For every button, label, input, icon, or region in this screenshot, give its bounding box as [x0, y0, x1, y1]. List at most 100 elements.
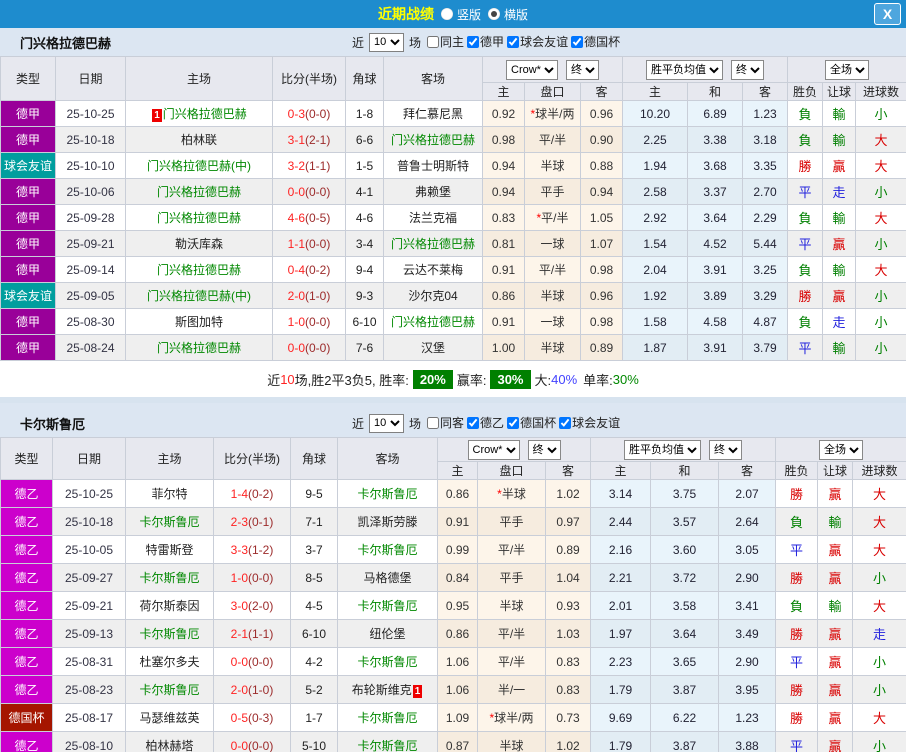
filter-checkbox-球会友谊[interactable]: 球会友谊 — [507, 33, 568, 50]
mean-away-odds: 1.23 — [743, 101, 788, 127]
mean-away-odds: 3.35 — [743, 153, 788, 179]
mean-away-odds: 2.07 — [719, 480, 776, 508]
away-team-cell: 纽伦堡 — [338, 620, 438, 648]
bookmaker-select-2[interactable]: Crow* — [468, 440, 520, 460]
sub-mean-draw: 和 — [651, 462, 719, 480]
match-date: 25-09-14 — [56, 257, 126, 283]
home-team-name: 斯图加特 — [175, 315, 223, 329]
home-team-cell: 柏林联 — [126, 127, 273, 153]
match-row: 德乙25-09-21荷尔斯泰因3-0(2-0)4-5卡尔斯鲁厄0.95半球0.9… — [1, 592, 906, 620]
away-team-cell: 弗赖堡 — [384, 179, 483, 205]
home-team-cell: 特雷斯登 — [126, 536, 214, 564]
mean-final-select-2[interactable]: 终 — [709, 440, 742, 460]
away-odds: 0.98 — [581, 309, 623, 335]
checkbox-icon[interactable] — [507, 36, 519, 48]
odds-final-select-2[interactable]: 终 — [528, 440, 561, 460]
match-count-select-2[interactable]: 10 — [369, 414, 404, 433]
checkbox-icon[interactable] — [507, 417, 519, 429]
filter-checkbox-同客[interactable]: 同客 — [427, 414, 464, 431]
away-team-cell: 拜仁慕尼黑 — [384, 101, 483, 127]
odds-final-select[interactable]: 终 — [566, 60, 599, 80]
away-odds: 0.83 — [546, 676, 591, 704]
home-odds: 0.86 — [483, 283, 525, 309]
mean-home-odds: 1.54 — [623, 231, 688, 257]
away-team-cell: 凯泽斯劳滕 — [338, 508, 438, 536]
layout-radio-vertical[interactable]: 竖版 — [441, 6, 481, 23]
away-team-cell: 门兴格拉德巴赫 — [384, 127, 483, 153]
mean-away-odds: 3.79 — [743, 335, 788, 361]
checkbox-icon[interactable] — [571, 36, 583, 48]
match-date: 25-10-25 — [56, 101, 126, 127]
result-handicap: 輸 — [823, 127, 856, 153]
home-team-cell: 马瑟维兹英 — [126, 704, 214, 732]
layout-radio-horizontal[interactable]: 横版 — [488, 6, 528, 23]
checkbox-icon[interactable] — [467, 417, 479, 429]
result-handicap: 贏 — [818, 620, 853, 648]
corner-score: 3-7 — [291, 536, 338, 564]
mean-final-select[interactable]: 终 — [731, 60, 764, 80]
result-handicap: 贏 — [823, 231, 856, 257]
away-odds: 1.04 — [546, 564, 591, 592]
fullmatch-select-2[interactable]: 全场 — [819, 440, 863, 460]
match-type-badge: 德乙 — [1, 480, 53, 508]
radio-selected-icon[interactable] — [488, 8, 500, 20]
mean-away-odds: 2.70 — [743, 179, 788, 205]
result-goals: 大 — [853, 592, 906, 620]
mean-draw-odds: 4.58 — [688, 309, 743, 335]
col-corner: 角球 — [346, 57, 384, 101]
checkbox-icon[interactable] — [559, 417, 571, 429]
match-date: 25-08-30 — [56, 309, 126, 335]
mean-select[interactable]: 胜平负均值 — [646, 60, 723, 80]
mean-group-header: 胜平负均值终 — [591, 438, 776, 462]
checkbox-icon[interactable] — [427, 417, 439, 429]
match-row: 球会友谊25-09-05门兴格拉德巴赫(中)2-0(1-0)9-3沙尔克040.… — [1, 283, 906, 309]
home-team-name: 杜塞尔多夫 — [139, 655, 199, 669]
corner-score: 4-6 — [346, 205, 384, 231]
mean-away-odds: 1.23 — [719, 704, 776, 732]
radio-unselected-icon[interactable] — [441, 8, 453, 20]
near-label: 近 — [352, 415, 364, 432]
section2-header: 卡尔斯鲁厄 近 10 场 同客德乙德国杯球会友谊 — [0, 403, 906, 437]
mean-select-2[interactable]: 胜平负均值 — [624, 440, 701, 460]
match-type-badge: 德乙 — [1, 648, 53, 676]
mean-draw-odds: 3.38 — [688, 127, 743, 153]
mean-away-odds: 3.18 — [743, 127, 788, 153]
mean-away-odds: 3.29 — [743, 283, 788, 309]
away-odds: 1.05 — [581, 205, 623, 231]
filter-checkbox-球会友谊[interactable]: 球会友谊 — [559, 414, 620, 431]
mean-draw-odds: 3.87 — [651, 732, 719, 752]
filter-checkbox-同主[interactable]: 同主 — [427, 33, 464, 50]
away-team-cell: 卡尔斯鲁厄 — [338, 704, 438, 732]
match-date: 25-08-10 — [53, 732, 126, 752]
match-count-select[interactable]: 10 — [369, 33, 404, 52]
result-goals: 大 — [853, 508, 906, 536]
checkbox-icon[interactable] — [467, 36, 479, 48]
filter-checkbox-德甲[interactable]: 德甲 — [467, 33, 504, 50]
handicap-cell: 半球 — [525, 153, 581, 179]
result-goals: 小 — [856, 179, 906, 205]
radio-vertical-label: 竖版 — [457, 6, 481, 23]
filter-checkbox-德国杯[interactable]: 德国杯 — [507, 414, 556, 431]
filter-checkbox-德乙[interactable]: 德乙 — [467, 414, 504, 431]
mean-home-odds: 1.97 — [591, 620, 651, 648]
match-type-badge: 德乙 — [1, 564, 53, 592]
result-goals: 大 — [853, 536, 906, 564]
match-date: 25-08-17 — [53, 704, 126, 732]
mean-draw-odds: 3.65 — [651, 648, 719, 676]
fullmatch-select[interactable]: 全场 — [825, 60, 869, 80]
close-icon[interactable]: X — [874, 3, 901, 25]
home-team-cell: 卡尔斯鲁厄 — [126, 508, 214, 536]
checkbox-icon[interactable] — [427, 36, 439, 48]
match-type-badge: 德乙 — [1, 676, 53, 704]
match-row: 德甲25-09-28门兴格拉德巴赫4-6(0-5)4-6法兰克福0.83*平/半… — [1, 205, 906, 231]
handicap-cell: 平/半 — [478, 620, 546, 648]
match-row: 德国杯25-08-17马瑟维兹英0-5(0-3)1-7卡尔斯鲁厄1.09*球半/… — [1, 704, 906, 732]
bookmaker-select[interactable]: Crow* — [506, 60, 558, 80]
mean-away-odds: 3.95 — [719, 676, 776, 704]
summary-near: 近 — [267, 370, 280, 389]
filter-checkbox-德国杯[interactable]: 德国杯 — [571, 33, 620, 50]
handicap-cell: 一球 — [525, 231, 581, 257]
away-team-name: 卡尔斯鲁厄 — [357, 711, 417, 725]
home-team-cell: 门兴格拉德巴赫 — [126, 257, 273, 283]
match-date: 25-10-10 — [56, 153, 126, 179]
